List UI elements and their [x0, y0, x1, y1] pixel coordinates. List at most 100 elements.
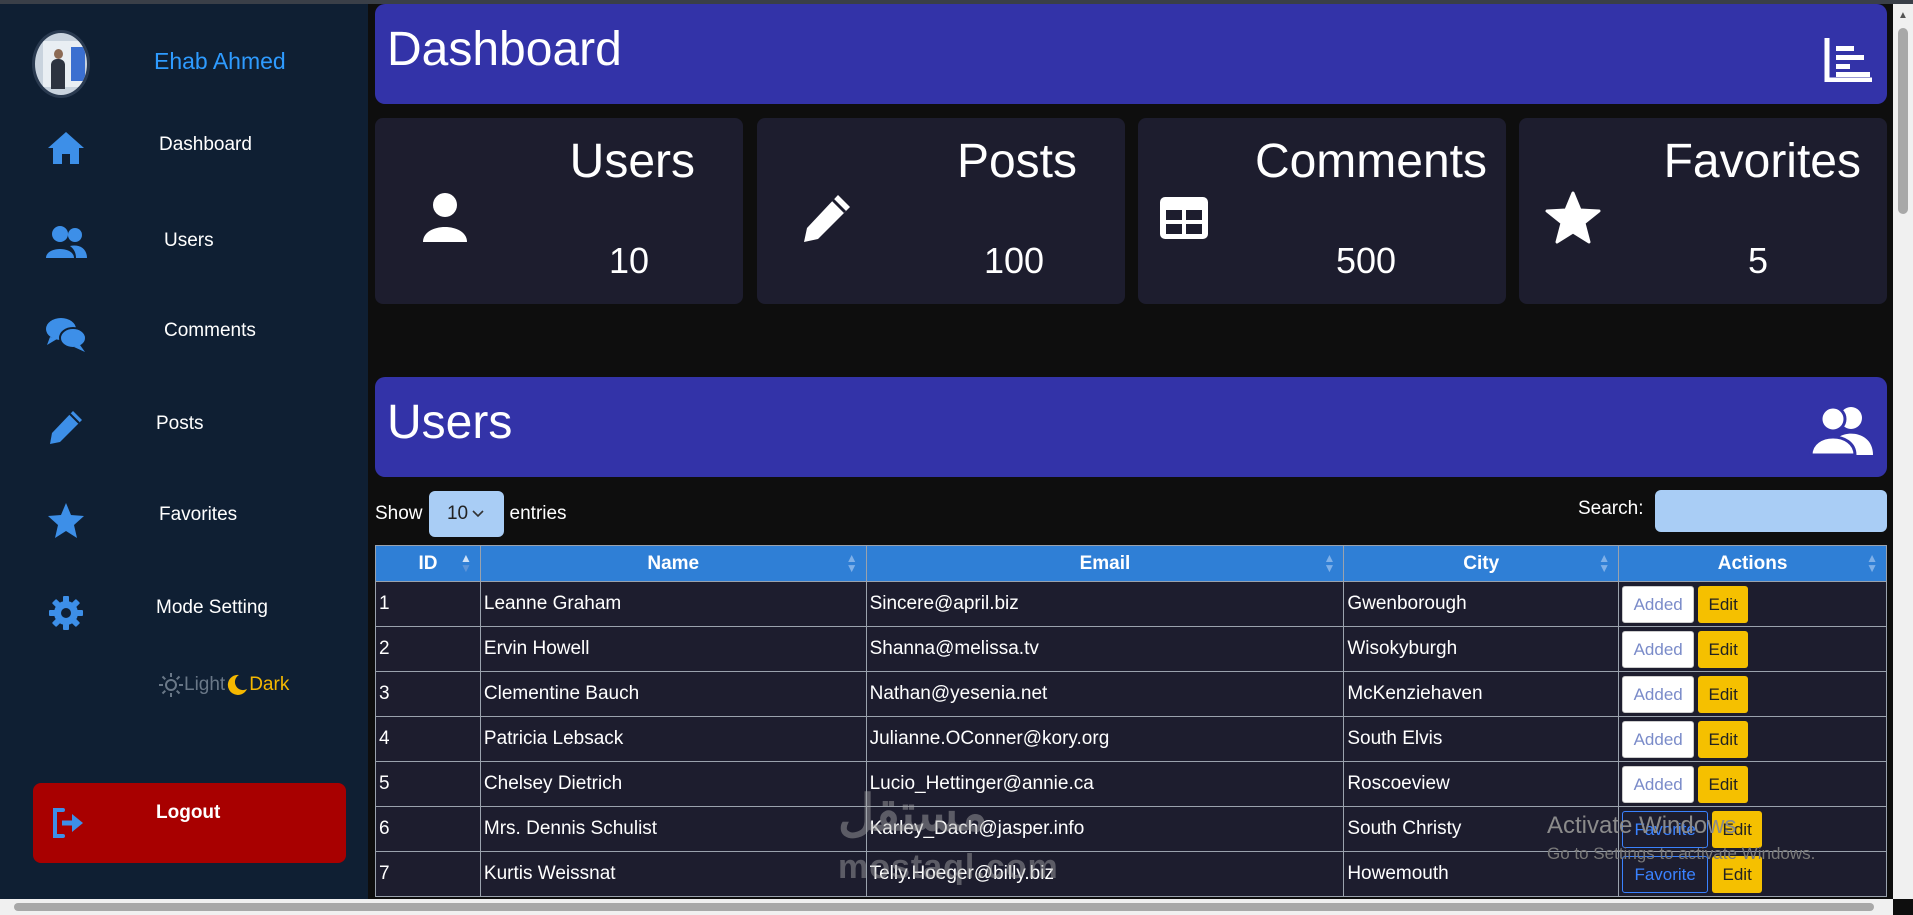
avatar[interactable]	[32, 30, 90, 98]
vertical-scrollbar[interactable]: ▲	[1893, 4, 1913, 899]
pencil-icon	[44, 405, 88, 449]
sidebar-item-label: Dashboard	[159, 134, 252, 155]
cell-email: Sincere@april.biz	[865, 581, 1345, 627]
edit-button[interactable]: Edit	[1698, 720, 1749, 758]
cell-city: Gwenborough	[1343, 581, 1620, 627]
dashboard-header: Dashboard	[375, 4, 1887, 104]
column-header-name[interactable]: Name ▲ ▼	[479, 545, 867, 582]
activate-windows-notice: Activate Windows Go to Settings to activ…	[1547, 812, 1847, 864]
entries-label: entries	[509, 503, 567, 524]
cell-actions: Added Edit	[1618, 716, 1887, 762]
added-button[interactable]: Added	[1622, 675, 1695, 713]
bar-chart-icon	[1823, 34, 1875, 84]
search-label: Search:	[1578, 498, 1644, 519]
column-header-city[interactable]: City ▲ ▼	[1343, 545, 1620, 582]
cell-city: Wisokyburgh	[1343, 626, 1620, 672]
sidebar-item-label: Mode Setting	[156, 597, 268, 618]
edit-button[interactable]: Edit	[1698, 675, 1749, 713]
cell-name: Kurtis Weissnat	[479, 851, 867, 897]
cell-id: 1	[375, 581, 481, 627]
logout-label: Logout	[156, 802, 221, 823]
section-title: Users	[387, 396, 513, 449]
mode-toggle: Light Dark	[158, 672, 289, 698]
search-input[interactable]	[1655, 490, 1887, 532]
table-row: 3 Clementine Bauch Nathan@yesenia.net Mc…	[375, 671, 1887, 717]
cell-actions: Added Edit	[1618, 671, 1887, 717]
cell-email: Shanna@melissa.tv	[865, 626, 1345, 672]
sort-icon: ▲ ▼	[845, 551, 858, 575]
horizontal-scroll-thumb[interactable]	[14, 903, 1874, 911]
cell-city: South Elvis	[1343, 716, 1620, 762]
sidebar-item-users[interactable]: Users	[0, 212, 368, 272]
sort-icon: ▲ ▼	[1598, 551, 1611, 575]
activate-subtitle: Go to Settings to activate Windows.	[1547, 844, 1816, 863]
comments-icon	[44, 312, 88, 356]
cell-city: Roscoeview	[1343, 761, 1620, 807]
table-row: 4 Patricia Lebsack Julianne.OConner@kory…	[375, 716, 1887, 762]
entries-control: Show 10 entries	[375, 491, 567, 537]
moon-icon	[228, 674, 248, 695]
cell-email: Nathan@yesenia.net	[865, 671, 1345, 717]
column-header-id[interactable]: ID ▲ ▼	[375, 545, 481, 582]
stat-value: 100	[984, 240, 1045, 281]
sidebar-item-label: Favorites	[159, 504, 238, 525]
stat-value: 10	[609, 240, 650, 281]
light-mode-label: Light	[184, 674, 226, 695]
light-mode-option[interactable]: Light	[158, 672, 225, 698]
stat-title: Favorites	[1663, 135, 1861, 188]
stat-card-favorites: Favorites 5	[1519, 118, 1887, 304]
table-row: 2 Ervin Howell Shanna@melissa.tv Wisokyb…	[375, 626, 1887, 672]
horizontal-scrollbar[interactable]	[0, 899, 1893, 915]
vertical-scroll-thumb[interactable]	[1898, 28, 1908, 214]
cell-name: Clementine Bauch	[479, 671, 867, 717]
table-row: 5 Chelsey Dietrich Lucio_Hettinger@annie…	[375, 761, 1887, 807]
entries-select[interactable]: 10	[428, 491, 504, 537]
sun-icon	[159, 673, 183, 697]
table-row: 1 Leanne Graham Sincere@april.biz Gwenbo…	[375, 581, 1887, 627]
dark-mode-label: Dark	[249, 674, 290, 695]
stat-card-comments: Comments 500	[1138, 118, 1506, 304]
stat-card-posts: Posts 100	[757, 118, 1125, 304]
column-header-email[interactable]: Email ▲ ▼	[865, 545, 1345, 582]
scroll-up-icon[interactable]: ▲	[1898, 10, 1908, 21]
stat-title: Posts	[956, 135, 1077, 188]
cell-id: 5	[375, 761, 481, 807]
cell-email: Julianne.OConner@kory.org	[865, 716, 1345, 762]
stat-title: Users	[569, 135, 695, 188]
cell-city: McKenziehaven	[1343, 671, 1620, 717]
edit-button[interactable]: Edit	[1698, 630, 1749, 668]
home-icon	[44, 126, 88, 170]
logout-button[interactable]: Logout	[33, 783, 346, 863]
dark-mode-option[interactable]: Dark	[225, 673, 289, 697]
added-button[interactable]: Added	[1622, 585, 1695, 623]
user-icon	[415, 188, 475, 248]
pencil-icon	[797, 188, 857, 248]
users-icon	[44, 220, 88, 264]
stat-value: 500	[1336, 240, 1397, 281]
users-icon	[1809, 405, 1875, 457]
cell-actions: Added Edit	[1618, 581, 1887, 627]
sidebar-item-label: Comments	[164, 320, 256, 341]
watermark-arabic: مستقل	[838, 785, 988, 841]
sidebar-item-mode-setting[interactable]: Mode Setting	[0, 583, 368, 643]
edit-button[interactable]: Edit	[1698, 585, 1749, 623]
page-title: Dashboard	[387, 23, 622, 76]
chevron-down-icon	[472, 510, 484, 518]
cell-actions: Added Edit	[1618, 626, 1887, 672]
column-header-actions[interactable]: Actions ▲ ▼	[1618, 545, 1887, 582]
sidebar-item-label: Posts	[156, 413, 204, 434]
cell-actions: Added Edit	[1618, 761, 1887, 807]
users-section-header: Users	[375, 377, 1887, 477]
gear-icon	[44, 591, 88, 635]
sort-icon: ▲ ▼	[460, 551, 472, 575]
added-button[interactable]: Added	[1622, 765, 1695, 803]
added-button[interactable]: Added	[1622, 630, 1695, 668]
sidebar-item-comments[interactable]: Comments	[0, 304, 368, 364]
sidebar-item-posts[interactable]: Posts	[0, 397, 368, 457]
sidebar-item-favorites[interactable]: Favorites	[0, 490, 368, 550]
sidebar-item-dashboard[interactable]: Dashboard	[0, 118, 368, 178]
added-button[interactable]: Added	[1622, 720, 1695, 758]
activate-title: Activate Windows	[1547, 812, 1737, 839]
stat-card-users: Users 10	[375, 118, 743, 304]
edit-button[interactable]: Edit	[1698, 765, 1749, 803]
